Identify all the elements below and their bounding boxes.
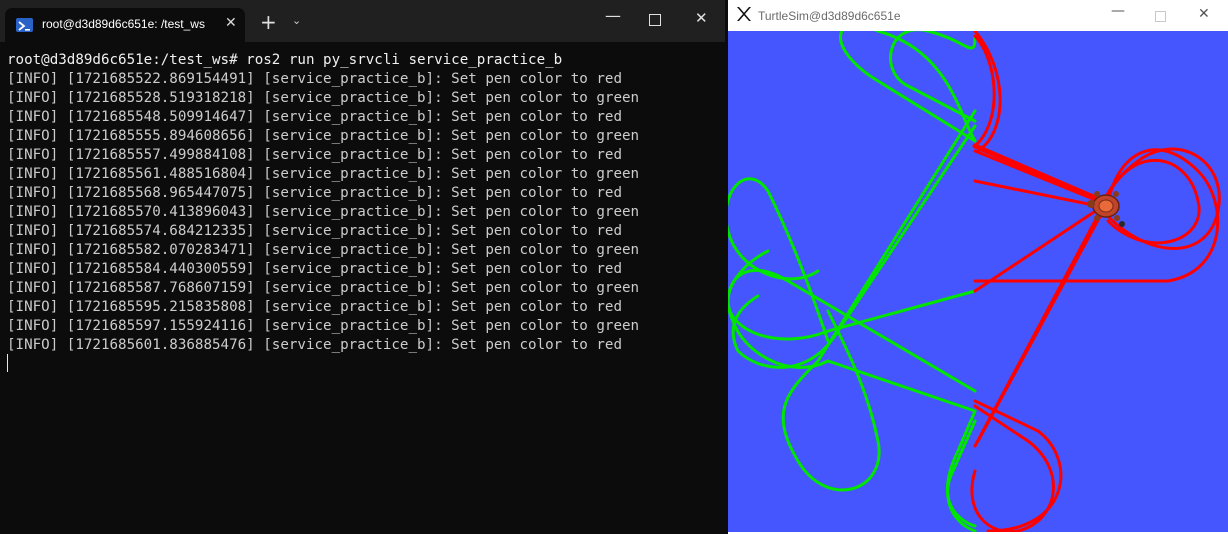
turtlesim-window: TurtleSim@d3d89d6c651e — ✕ <box>728 0 1228 534</box>
minimize-button[interactable]: — <box>1111 3 1125 19</box>
log-line: [INFO] [1721685555.894608656] [service_p… <box>7 128 640 144</box>
log-line: [INFO] [1721685597.155924116] [service_p… <box>7 318 640 334</box>
close-button[interactable]: ✕ <box>695 9 708 27</box>
x11-logo-icon <box>737 7 751 21</box>
chevron-down-icon[interactable]: ⌄ <box>292 14 301 27</box>
log-line: [INFO] [1721685557.499884108] [service_p… <box>7 147 622 163</box>
turtlesim-canvas <box>728 31 1228 532</box>
new-tab-button[interactable]: + <box>260 12 277 32</box>
green-trail <box>728 31 977 532</box>
log-line: [INFO] [1721685522.869154491] [service_p… <box>7 71 622 87</box>
close-button[interactable]: ✕ <box>1198 6 1210 22</box>
log-line: [INFO] [1721685548.509914647] [service_p… <box>7 109 622 125</box>
log-line: [INFO] [1721685601.836885476] [service_p… <box>7 337 622 353</box>
red-trail <box>970 31 1221 532</box>
maximize-button[interactable] <box>1155 11 1166 22</box>
terminal-titlebar: root@d3d89d6c651e: /test_ws ✕ + ⌄ — ✕ <box>0 0 725 42</box>
text-cursor <box>7 354 8 372</box>
terminal-tab[interactable]: root@d3d89d6c651e: /test_ws ✕ <box>5 8 245 42</box>
log-line: [INFO] [1721685561.488516804] [service_p… <box>7 166 640 182</box>
turtlesim-window-title: TurtleSim@d3d89d6c651e <box>758 9 901 23</box>
tab-close-icon[interactable]: ✕ <box>225 15 237 31</box>
log-output: [INFO] [1721685522.869154491] [service_p… <box>7 70 639 355</box>
turtlesim-titlebar: TurtleSim@d3d89d6c651e — ✕ <box>728 0 1228 31</box>
powershell-icon <box>16 18 33 32</box>
log-line: [INFO] [1721685568.965447075] [service_p… <box>7 185 622 201</box>
log-line: [INFO] [1721685574.684212335] [service_p… <box>7 223 622 239</box>
maximize-button[interactable] <box>649 14 661 26</box>
terminal-output[interactable]: root@d3d89d6c651e:/test_ws# ros2 run py_… <box>7 51 639 355</box>
log-line: [INFO] [1721685528.519318218] [service_p… <box>7 90 640 106</box>
log-line: [INFO] [1721685582.070283471] [service_p… <box>7 242 640 258</box>
terminal-window: root@d3d89d6c651e: /test_ws ✕ + ⌄ — ✕ ro… <box>0 0 725 534</box>
terminal-tab-title: root@d3d89d6c651e: /test_ws <box>42 17 205 31</box>
log-line: [INFO] [1721685584.440300559] [service_p… <box>7 261 622 277</box>
command-line: root@d3d89d6c651e:/test_ws# ros2 run py_… <box>7 52 563 68</box>
log-line: [INFO] [1721685570.413896043] [service_p… <box>7 204 640 220</box>
log-line: [INFO] [1721685587.768607159] [service_p… <box>7 280 640 296</box>
log-line: [INFO] [1721685595.215835808] [service_p… <box>7 299 622 315</box>
minimize-button[interactable]: — <box>605 6 621 25</box>
